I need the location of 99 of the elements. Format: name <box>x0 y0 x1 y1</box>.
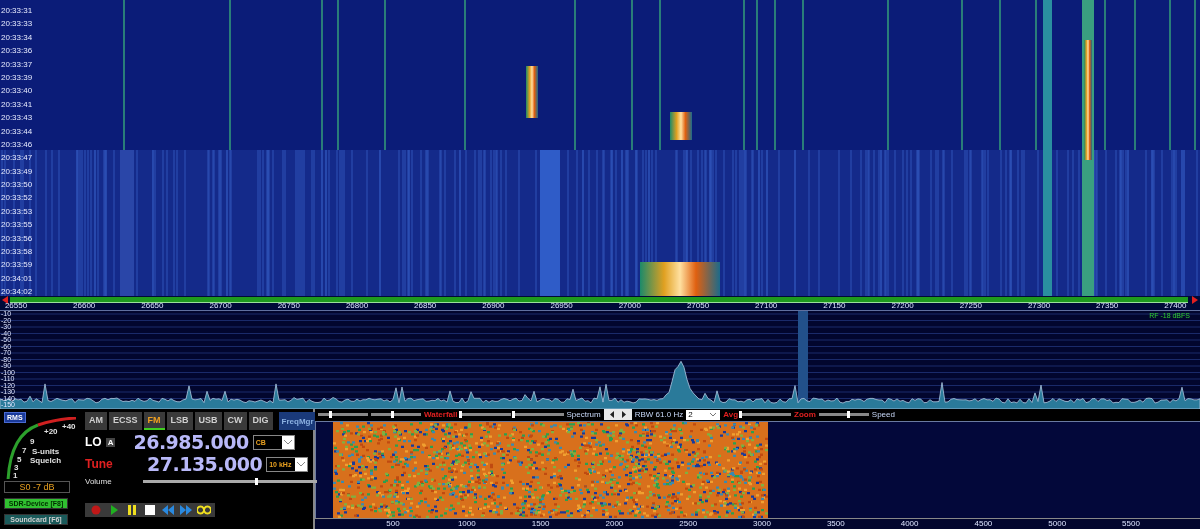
left-arrow-icon[interactable] <box>2 296 8 304</box>
volume-label: Volume <box>85 477 113 486</box>
right-arrow-icon[interactable] <box>1192 296 1198 304</box>
frequency-label: 1500 <box>531 519 550 528</box>
time-label: 20:33:49 <box>1 165 33 178</box>
frequency-label: 27350 <box>1096 302 1119 310</box>
mode-tab[interactable]: AM <box>85 412 107 430</box>
time-label: 20:33:33 <box>1 18 33 31</box>
squelch-label: Squelch <box>30 456 62 465</box>
slider[interactable] <box>318 413 368 416</box>
time-label: 20:33:59 <box>1 259 33 272</box>
mode-tab[interactable]: DIG <box>248 412 273 430</box>
slider[interactable] <box>460 413 511 416</box>
time-label: 20:33:46 <box>1 138 33 151</box>
chevron-icon <box>296 461 307 467</box>
toolbar-label: RBW 61.0 Hz <box>634 410 684 419</box>
time-label: 20:33:31 <box>1 5 33 17</box>
mode-tab[interactable]: CW <box>223 412 247 430</box>
loop-icon[interactable] <box>197 505 211 515</box>
time-label: 20:33:37 <box>1 58 33 71</box>
frequency-label: 26800 <box>345 302 369 310</box>
lo-label: LO <box>85 435 102 449</box>
frequency-label: 2500 <box>679 519 698 528</box>
select-field[interactable]: 2 <box>686 409 721 420</box>
frequency-label: 500 <box>386 519 400 528</box>
frequency-display[interactable]: 27.135.000 <box>147 453 263 475</box>
frequency-label: 3500 <box>826 519 845 528</box>
frequency-label: 26700 <box>209 302 232 310</box>
record-icon[interactable] <box>89 505 103 515</box>
meter-scale-label: 9 <box>30 437 35 446</box>
toolbar-label: Speed <box>871 410 895 419</box>
freqmgr-button[interactable]: FreqMgr <box>278 412 317 430</box>
time-label: 20:33:56 <box>1 232 33 245</box>
frequency-label: 4500 <box>974 519 993 528</box>
time-label: 20:33:44 <box>1 125 33 138</box>
frequency-label: 27000 <box>618 302 641 310</box>
meter-scale-label: +40 <box>62 422 76 431</box>
time-label: 20:33:58 <box>1 246 33 259</box>
time-label: 20:33:43 <box>1 112 33 125</box>
s-units-label: S-units <box>32 447 60 456</box>
frequency-label: 5500 <box>1122 519 1140 528</box>
frequency-label: 26950 <box>550 302 573 310</box>
toolbar-label: Waterfall <box>424 410 458 419</box>
frequency-label: 2000 <box>605 519 624 528</box>
frequency-label: 26750 <box>277 302 300 310</box>
mode-tab[interactable]: LSB <box>166 412 193 430</box>
meter-scale-label: 1 <box>13 471 18 479</box>
time-label: 20:33:52 <box>1 192 33 205</box>
vfo-button[interactable]: A <box>105 437 116 447</box>
mode-tab[interactable]: FM <box>143 412 165 430</box>
slider[interactable] <box>371 413 421 416</box>
toolbar-label: Zoom <box>794 410 816 419</box>
time-label: 20:33:39 <box>1 71 33 84</box>
time-label: 20:33:47 <box>1 152 33 165</box>
frequency-label: 1000 <box>457 519 476 528</box>
time-label: 20:33:53 <box>1 205 33 218</box>
time-label: 20:34:02 <box>1 286 33 299</box>
frequency-label: 27300 <box>1027 302 1051 310</box>
frequency-label: 27150 <box>823 302 846 310</box>
frequency-label: 5000 <box>1048 519 1067 528</box>
frequency-label: 27100 <box>755 302 778 310</box>
slider[interactable] <box>513 413 564 416</box>
frequency-label: 26550 <box>4 302 28 310</box>
time-label: 20:33:41 <box>1 98 33 111</box>
meter-scale-label: 3 <box>14 463 19 472</box>
frequency-display[interactable]: 26.985.000 <box>133 431 249 453</box>
time-label: 20:33:34 <box>1 31 33 44</box>
toolbar-label: Avg <box>723 410 739 419</box>
tune-label: Tune <box>85 457 114 471</box>
meter-scale-label: 7 <box>22 446 27 455</box>
frequency-label: 26850 <box>414 302 437 310</box>
frequency-label: 26900 <box>482 302 505 310</box>
time-label: 20:34:01 <box>1 272 33 285</box>
pause-icon[interactable] <box>125 505 139 515</box>
time-label: 20:33:36 <box>1 45 33 58</box>
time-label: 20:33:50 <box>1 179 33 192</box>
arrow-buttons-icon <box>603 409 632 420</box>
frequency-label: 27250 <box>959 302 982 310</box>
chevron-icon <box>282 439 293 445</box>
frequency-label: 26600 <box>73 302 96 310</box>
frequency-label: 26650 <box>141 302 164 310</box>
mode-tab[interactable]: ECSS <box>109 412 142 430</box>
frequency-label: 27400 <box>1164 302 1187 310</box>
meter-scale-label: 5 <box>17 455 22 464</box>
slider[interactable] <box>818 413 869 416</box>
stop-icon[interactable] <box>143 505 157 515</box>
slider[interactable] <box>741 413 792 416</box>
frequency-label: 4000 <box>900 519 919 528</box>
meter-scale-label: +20 <box>44 427 58 436</box>
volume-slider[interactable] <box>143 480 317 483</box>
frequency-label: 27200 <box>891 302 914 310</box>
frequency-label: 3000 <box>753 519 771 528</box>
signal-reading: S0 -7 dB <box>4 481 70 493</box>
mode-tab[interactable]: USB <box>194 412 222 430</box>
time-label: 20:33:55 <box>1 219 33 232</box>
frequency-label: 27050 <box>686 302 710 310</box>
chevron-icon <box>709 412 718 417</box>
time-label: 20:33:40 <box>1 85 33 98</box>
toolbar-label: Spectrum <box>566 410 601 419</box>
